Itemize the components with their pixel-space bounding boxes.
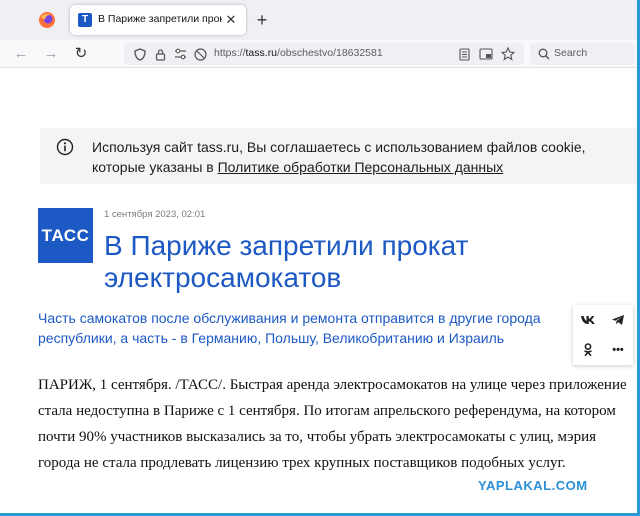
article-date: 1 сентября 2023, 02:01 — [104, 209, 206, 220]
new-tab-button[interactable]: + — [252, 8, 272, 32]
permissions-icon[interactable] — [172, 46, 188, 62]
tass-logo-text: ТАСС — [41, 226, 90, 245]
url-text[interactable]: https://tass.ru/obschestvo/18632581 — [214, 47, 383, 61]
article-title: В Париже запретили прокат электросамокат… — [104, 230, 469, 293]
telegram-share-icon[interactable] — [603, 305, 633, 335]
back-button[interactable]: ← — [10, 43, 32, 65]
search-field[interactable]: Search — [530, 43, 634, 65]
lock-icon[interactable] — [152, 46, 168, 62]
picture-in-picture-icon[interactable] — [478, 46, 494, 62]
autoplay-blocked-icon[interactable] — [192, 46, 208, 62]
tass-logo[interactable]: ТАСС — [38, 208, 93, 263]
more-share-options-icon[interactable]: ••• — [603, 335, 633, 365]
tab-bar: T В Париже запретили прокат элек ✕ + — [0, 0, 640, 40]
odnoklassniki-share-icon[interactable] — [573, 335, 603, 365]
url-path: /obschestvo/18632581 — [277, 47, 383, 59]
bookmark-star-icon[interactable] — [500, 46, 516, 62]
search-placeholder: Search — [554, 47, 588, 59]
firefox-view-icon[interactable] — [34, 9, 60, 31]
article-body: ПАРИЖ, 1 сентября. /ТАСС/. Быстрая аренд… — [38, 377, 627, 471]
article-lead: Часть самокатов после обслуживания и рем… — [38, 310, 541, 346]
url-bar[interactable]: https://tass.ru/obschestvo/18632581 — [124, 43, 524, 65]
reader-view-icon[interactable] — [456, 46, 472, 62]
reload-button[interactable]: ↻ — [70, 43, 92, 65]
vk-share-icon[interactable] — [573, 305, 603, 335]
share-panel: ••• — [573, 305, 633, 365]
info-icon — [56, 138, 74, 156]
cookie-notice-text: Используя сайт tass.ru, Вы соглашаетесь … — [92, 137, 632, 177]
search-icon — [536, 46, 552, 62]
forward-button[interactable]: → — [40, 43, 62, 65]
tab-title: В Париже запретили прокат элек — [98, 13, 222, 25]
tracking-protection-shield-icon[interactable] — [132, 46, 148, 62]
yaplakal-watermark: YAPLAKAL.COM — [478, 478, 588, 493]
tass-favicon-icon: T — [78, 13, 92, 27]
privacy-policy-link[interactable]: Политике обработки Персональных данных — [218, 159, 504, 175]
cookie-banner: Используя сайт tass.ru, Вы соглашаетесь … — [40, 128, 640, 184]
url-host: tass.ru — [245, 47, 278, 59]
page-viewport: Используя сайт tass.ru, Вы соглашаетесь … — [0, 68, 640, 516]
tab-active[interactable]: T В Париже запретили прокат элек ✕ — [70, 5, 246, 35]
navigation-toolbar: ← → ↻ https://tass.ru/obschestvo/1863258… — [0, 40, 640, 68]
close-tab-icon[interactable]: ✕ — [223, 11, 239, 29]
url-prefix: https:// — [214, 47, 246, 59]
